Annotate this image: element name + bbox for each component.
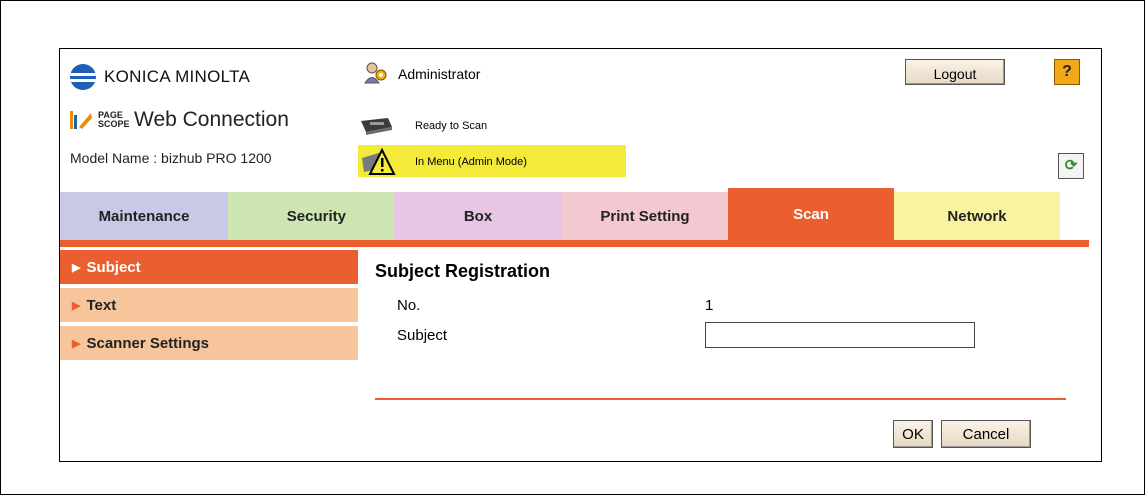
status-warning-text: In Menu (Admin Mode) bbox=[415, 156, 527, 168]
pagescope-text: PAGE SCOPE bbox=[98, 110, 130, 129]
sidebar-item-label: Text bbox=[86, 296, 117, 314]
printer-icon bbox=[361, 118, 392, 135]
sidebar-item-subject[interactable]: ▶ Subject bbox=[60, 250, 358, 284]
sidebar-item-label: Scanner Settings bbox=[86, 334, 210, 352]
sidebar-item-text[interactable]: ▶ Text bbox=[60, 288, 358, 322]
admin-users-icon bbox=[364, 62, 387, 84]
tab-scan[interactable]: Scan bbox=[728, 188, 894, 240]
page-title: Subject Registration bbox=[375, 261, 551, 281]
refresh-icon[interactable]: ⟳ bbox=[1058, 153, 1084, 179]
tab-box[interactable]: Box bbox=[394, 192, 562, 240]
pagescope-logo: PAGE SCOPE Web Connection bbox=[68, 108, 289, 132]
brand-text: KONICA MINOLTA bbox=[104, 67, 251, 86]
logout-button[interactable]: Logout bbox=[905, 59, 1005, 85]
product-title: Web Connection bbox=[134, 108, 289, 131]
help-icon[interactable]: ? bbox=[1054, 59, 1080, 85]
number-value: 1 bbox=[705, 297, 714, 314]
triangle-right-icon: ▶ bbox=[72, 299, 81, 312]
sidebar-item-label: Subject bbox=[86, 258, 141, 276]
model-name: Model Name : bizhub PRO 1200 bbox=[70, 150, 272, 166]
konica-minolta-logo: KONICA MINOLTA bbox=[70, 64, 251, 90]
warning-icon bbox=[362, 147, 396, 175]
triangle-right-icon: ▶ bbox=[72, 261, 81, 274]
triangle-right-icon: ▶ bbox=[72, 337, 81, 350]
user-name: Administrator bbox=[398, 66, 481, 82]
subject-label: Subject bbox=[397, 327, 448, 344]
tab-network[interactable]: Network bbox=[894, 192, 1060, 240]
divider bbox=[375, 398, 1066, 400]
sidebar-item-scanner-settings[interactable]: ▶ Scanner Settings bbox=[60, 326, 358, 360]
number-label: No. bbox=[397, 297, 421, 314]
tab-maintenance[interactable]: Maintenance bbox=[60, 192, 228, 240]
ok-button[interactable]: OK bbox=[893, 420, 933, 448]
tab-print-setting[interactable]: Print Setting bbox=[562, 192, 728, 240]
pagescope-icon bbox=[70, 111, 92, 129]
tab-security[interactable]: Security bbox=[228, 192, 394, 240]
tab-underline bbox=[60, 240, 1089, 247]
subject-input[interactable] bbox=[705, 322, 975, 348]
konica-globe-icon bbox=[70, 64, 96, 90]
cancel-button[interactable]: Cancel bbox=[941, 420, 1031, 448]
status-ready-text: Ready to Scan bbox=[415, 120, 488, 132]
